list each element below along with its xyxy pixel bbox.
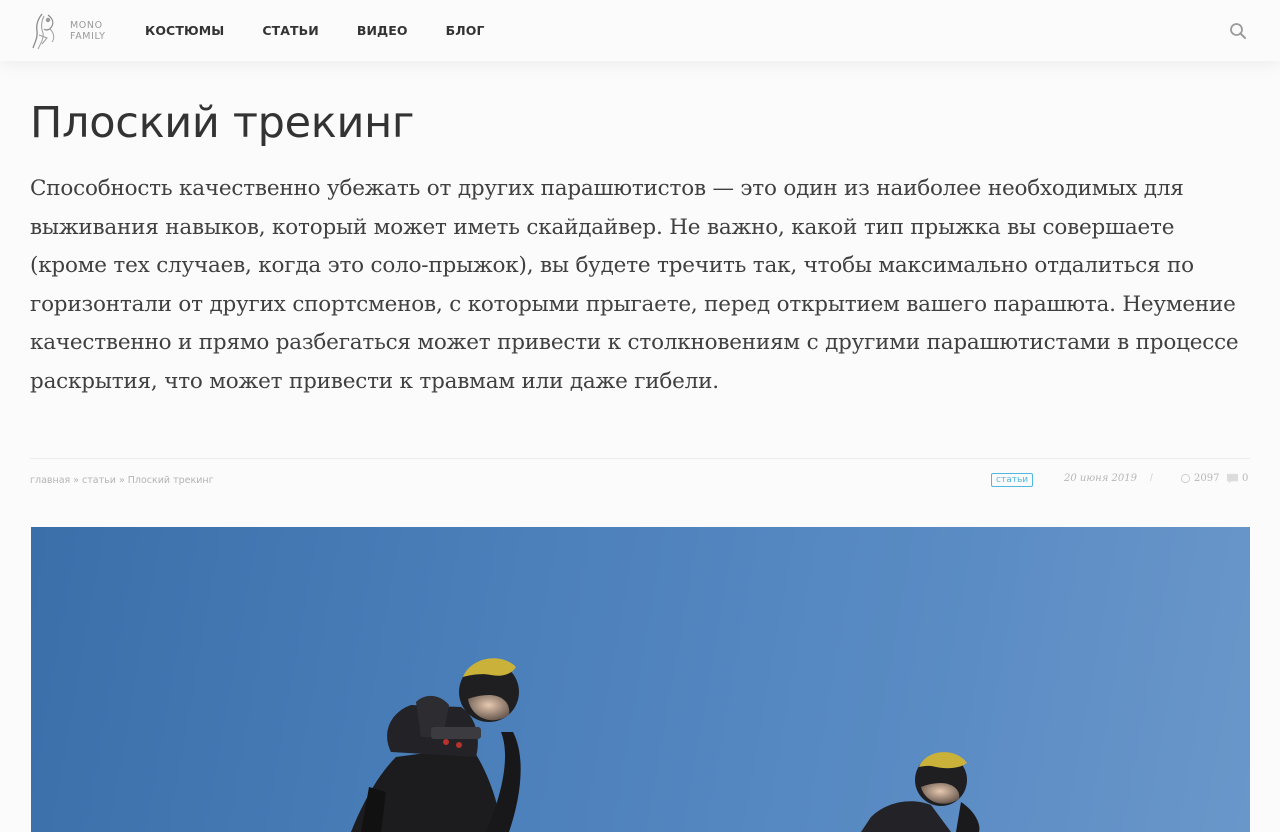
publish-date: 20 июня 2019 xyxy=(1064,473,1137,484)
comments-count[interactable]: 0 xyxy=(1226,473,1248,484)
eye-icon xyxy=(1180,473,1191,484)
breadcrumb-current: Плоский трекинг xyxy=(127,475,214,486)
site-logo[interactable]: MONO FAMILY xyxy=(30,10,112,52)
logo-text: MONO FAMILY xyxy=(70,20,106,42)
site-header: MONO FAMILY КОСТЮМЫ СТАТЬИ ВИДЕО БЛОГ xyxy=(0,0,1280,61)
search-icon[interactable] xyxy=(1228,21,1248,41)
breadcrumb-home[interactable]: главная xyxy=(30,475,70,486)
category-tag[interactable]: статьи xyxy=(991,473,1034,487)
meta-separator: / xyxy=(1150,473,1153,484)
skydiver-right xyxy=(861,752,980,832)
skydivers-illustration xyxy=(351,658,980,832)
nav-item-video[interactable]: ВИДЕО xyxy=(357,23,408,38)
hero-image xyxy=(31,527,1250,832)
logo-icon xyxy=(32,13,55,50)
article-lead: Способность качественно убежать от други… xyxy=(30,176,1239,394)
views-value: 2097 xyxy=(1194,473,1220,484)
article-meta: главная» статьи» Плоский трекинг статьи 20… xyxy=(30,470,1250,492)
comments-value: 0 xyxy=(1242,473,1249,484)
logo-text-line1: MONO xyxy=(70,20,103,31)
skydiver-left xyxy=(351,658,521,832)
nav-item-blog[interactable]: БЛОГ xyxy=(446,23,485,38)
nav-item-costumes[interactable]: КОСТЮМЫ xyxy=(145,23,224,38)
breadcrumb-separator: » xyxy=(118,475,125,486)
views-count: 2097 xyxy=(1180,473,1219,484)
breadcrumb-separator: » xyxy=(73,475,80,486)
nav-item-articles[interactable]: СТАТЬИ xyxy=(262,23,319,38)
breadcrumb-articles[interactable]: статьи xyxy=(82,475,116,486)
page-title: Плоский трекинг xyxy=(30,98,415,148)
comment-icon xyxy=(1227,473,1238,484)
logo-text-line2: FAMILY xyxy=(70,31,106,42)
main-nav: КОСТЮМЫ СТАТЬИ ВИДЕО БЛОГ xyxy=(145,0,523,61)
divider xyxy=(30,458,1250,459)
breadcrumb: главная» статьи» Плоский трекинг xyxy=(30,475,214,486)
